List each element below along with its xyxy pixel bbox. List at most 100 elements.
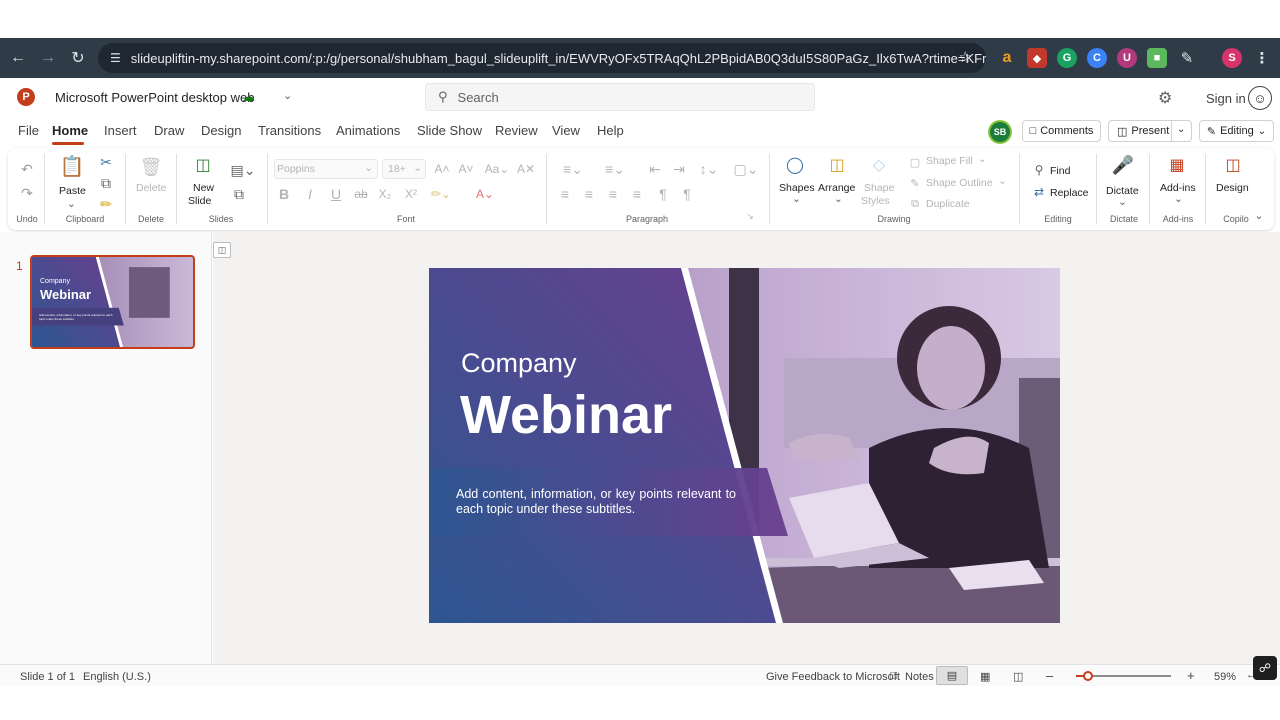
duplicate-slide-icon[interactable]: ⧉ xyxy=(230,186,248,202)
shape-styles-label-2[interactable]: Styles xyxy=(861,195,890,207)
bookmark-star-icon[interactable]: ☆ xyxy=(959,48,972,66)
comments-button[interactable]: □ Comments xyxy=(1022,120,1101,142)
zoom-percent[interactable]: 59% xyxy=(1214,671,1236,683)
language-indicator[interactable]: English (U.S.) xyxy=(83,671,151,683)
grow-font-icon[interactable]: A˄ xyxy=(434,161,450,177)
reading-view-icon[interactable]: ◫ xyxy=(1013,670,1023,683)
extension-green-icon[interactable]: ■ xyxy=(1147,48,1167,68)
underline-icon[interactable]: U xyxy=(328,186,344,202)
reload-icon[interactable]: ↻ xyxy=(63,43,93,73)
back-icon[interactable]: ← xyxy=(3,43,33,73)
delete-trash-icon[interactable]: 🗑 xyxy=(140,156,163,178)
profile-avatar[interactable]: S xyxy=(1222,48,1242,68)
extension-shield-icon[interactable]: U xyxy=(1117,48,1137,68)
slide-sorter-icon[interactable]: ▦ xyxy=(980,670,990,683)
paste-label[interactable]: Paste xyxy=(59,185,86,197)
editing-mode-button[interactable]: ✎ Editing ⌄ xyxy=(1199,120,1274,142)
shrink-font-icon[interactable]: A˅ xyxy=(458,161,474,177)
microphone-icon[interactable]: 🎤 xyxy=(1112,154,1134,176)
designer-icon[interactable]: ◫ xyxy=(1222,154,1244,176)
tab-view[interactable]: View xyxy=(552,123,580,138)
tab-insert[interactable]: Insert xyxy=(104,123,137,138)
tab-file[interactable]: File xyxy=(18,123,39,138)
slide-body-text[interactable]: Add content, information, or key points … xyxy=(456,487,736,517)
increase-indent-icon[interactable]: ⇥ xyxy=(670,161,688,177)
new-slide-label-1[interactable]: New xyxy=(193,182,214,194)
tab-review[interactable]: Review xyxy=(495,123,538,138)
amazon-extension-icon[interactable]: a xyxy=(997,48,1017,68)
extension-red-icon[interactable]: ◆ xyxy=(1027,48,1047,68)
decrease-indent-icon[interactable]: ⇤ xyxy=(646,161,664,177)
replace-button[interactable]: Replace xyxy=(1050,187,1089,199)
shape-fill-label[interactable]: Shape Fill xyxy=(926,155,973,167)
highlight-color-icon[interactable]: ✏⌄ xyxy=(426,186,456,202)
rtl-icon[interactable]: ¶ xyxy=(678,186,696,202)
feedback-link[interactable]: Give Feedback to Microsoft xyxy=(766,671,900,683)
document-title[interactable]: Microsoft PowerPoint desktop web xyxy=(55,90,254,105)
tab-home[interactable]: Home xyxy=(52,123,88,138)
new-slide-label-2[interactable]: Slide xyxy=(188,195,211,207)
zoom-slider-thumb[interactable] xyxy=(1083,671,1093,681)
tab-slide-show[interactable]: Slide Show xyxy=(417,123,482,138)
duplicate-label[interactable]: Duplicate xyxy=(926,198,970,210)
tab-draw[interactable]: Draw xyxy=(154,123,184,138)
font-color-icon[interactable]: A⌄ xyxy=(470,186,500,202)
current-slide[interactable]: Company Webinar Add content, information… xyxy=(429,268,1060,623)
clear-formatting-icon[interactable]: A✕ xyxy=(517,161,535,177)
font-name-dropdown[interactable]: Poppins ⌄ xyxy=(274,159,378,179)
line-spacing-icon[interactable]: ↕⌄ xyxy=(694,161,724,177)
redo-icon[interactable]: ↷ xyxy=(18,184,36,202)
shape-styles-icon[interactable]: ◇ xyxy=(868,154,890,176)
site-info-icon[interactable]: ☰ xyxy=(110,51,121,65)
arrange-icon[interactable]: ◫ xyxy=(826,154,848,176)
design-button[interactable]: Design xyxy=(1216,182,1249,194)
superscript-icon[interactable]: X² xyxy=(402,186,420,202)
paste-clipboard-icon[interactable]: 📋 xyxy=(60,154,85,178)
toggle-pane-icon[interactable]: ◫ xyxy=(213,242,231,258)
tab-animations[interactable]: Animations xyxy=(336,123,400,138)
floating-tool-icon[interactable]: ☍ xyxy=(1253,656,1277,680)
bold-icon[interactable]: B xyxy=(276,186,292,202)
grammarly-icon[interactable]: G xyxy=(1057,48,1077,68)
extension-c-icon[interactable]: C xyxy=(1087,48,1107,68)
settings-gear-icon[interactable]: ⚙ xyxy=(1158,88,1172,108)
forward-icon[interactable]: → xyxy=(33,43,63,73)
browser-menu-icon[interactable]: ⋮ xyxy=(1252,48,1272,68)
shape-fill-chevron-icon[interactable]: ⌄ xyxy=(978,153,987,165)
tab-help[interactable]: Help xyxy=(597,123,624,138)
tab-design[interactable]: Design xyxy=(201,123,241,138)
italic-icon[interactable]: I xyxy=(302,186,318,202)
copy-icon[interactable]: ⧉ xyxy=(98,175,114,191)
layout-icon[interactable]: ▤⌄ xyxy=(230,162,256,178)
address-bar[interactable]: ☰ slideupliftin-my.sharepoint.com/:p:/g/… xyxy=(98,43,986,73)
slide-subtitle-company[interactable]: Company xyxy=(461,348,577,379)
account-person-icon[interactable]: ☺ xyxy=(1248,86,1272,110)
title-chevron-down-icon[interactable]: ⌄ xyxy=(283,89,292,102)
present-button[interactable]: ◫ Present ⌄ xyxy=(1108,120,1192,142)
find-button[interactable]: Find xyxy=(1050,165,1070,177)
subscript-icon[interactable]: X₂ xyxy=(376,186,394,202)
zoom-out-icon[interactable]: – xyxy=(1046,668,1053,683)
shape-styles-label-1[interactable]: Shape xyxy=(864,182,894,194)
shapes-icon[interactable]: ◯ xyxy=(784,154,806,176)
slide-title-webinar[interactable]: Webinar xyxy=(460,384,672,446)
undo-icon[interactable]: ↶ xyxy=(18,160,36,178)
normal-view-icon[interactable]: ▤ xyxy=(936,666,968,685)
ribbon-expand-chevron-icon[interactable]: ⌄ xyxy=(1252,208,1266,222)
add-ins-chevron-icon[interactable]: ⌄ xyxy=(1174,193,1183,205)
notes-button[interactable]: Notes xyxy=(905,671,934,683)
tab-transitions[interactable]: Transitions xyxy=(258,123,321,138)
shape-outline-label[interactable]: Shape Outline xyxy=(926,177,993,189)
change-case-icon[interactable]: Aa⌄ xyxy=(484,161,510,177)
format-painter-icon[interactable]: ✏ xyxy=(98,196,114,212)
text-box-options-icon[interactable]: ▢⌄ xyxy=(730,161,762,177)
user-avatar[interactable]: SB xyxy=(988,120,1012,144)
font-size-dropdown[interactable]: 18+ ⌄ xyxy=(382,159,426,179)
align-left-icon[interactable]: ≡ xyxy=(556,186,574,202)
extensions-puzzle-icon[interactable]: ✎ xyxy=(1177,48,1197,68)
numbering-icon[interactable]: ≡⌄ xyxy=(598,161,632,177)
zoom-in-icon[interactable]: + xyxy=(1187,668,1195,683)
paste-chevron-down-icon[interactable]: ⌄ xyxy=(67,198,76,210)
dictate-chevron-icon[interactable]: ⌄ xyxy=(1118,196,1127,208)
align-right-icon[interactable]: ≡ xyxy=(604,186,622,202)
